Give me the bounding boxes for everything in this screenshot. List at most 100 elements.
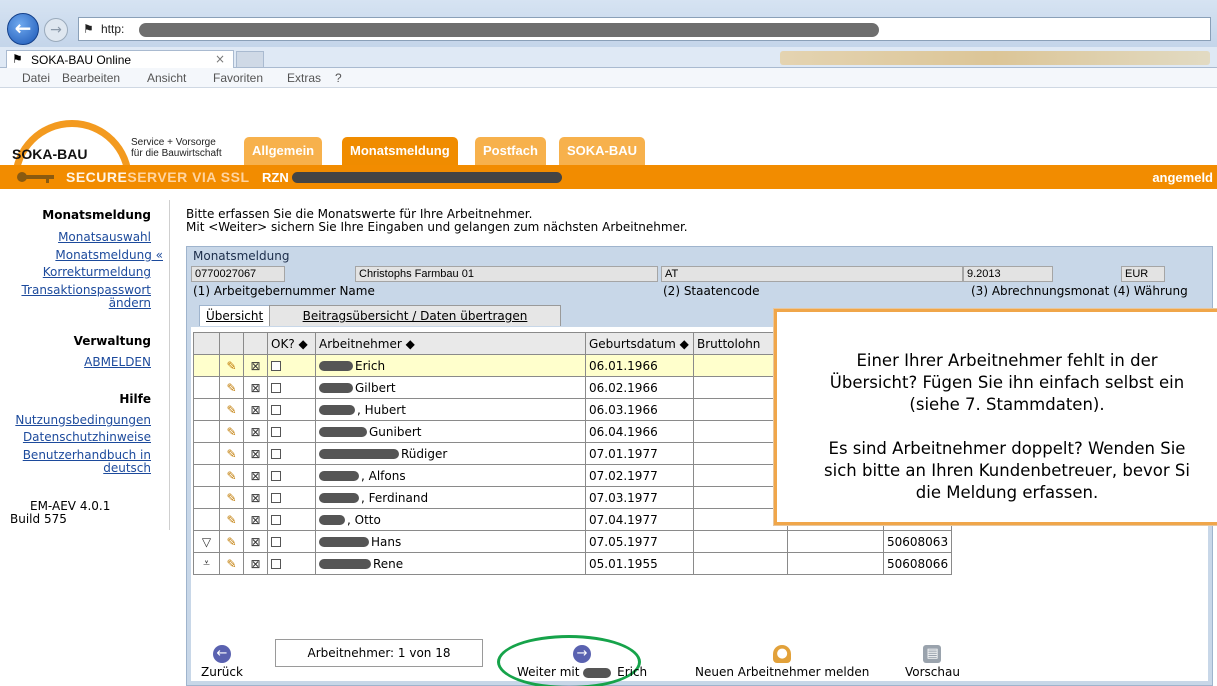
employee-name-cell[interactable]: , Ferdinand <box>315 486 586 509</box>
ok-checkbox[interactable] <box>271 471 281 481</box>
ok-checkbox[interactable] <box>271 515 281 525</box>
new-tab-button[interactable] <box>236 51 264 68</box>
employee-name-cell[interactable]: Hans <box>315 530 586 553</box>
menu-help[interactable]: ? <box>335 71 342 85</box>
ok-checkbox-cell[interactable] <box>267 376 316 399</box>
tab-uebersicht[interactable]: Übersicht <box>199 305 271 326</box>
ok-checkbox-cell[interactable] <box>267 486 316 509</box>
employee-name-cell[interactable]: Gunibert <box>315 420 586 443</box>
nav-tab-postfach[interactable]: Postfach <box>475 137 546 165</box>
ok-checkbox[interactable] <box>271 493 281 503</box>
employee-name-cell[interactable]: Rüdiger <box>315 442 586 465</box>
edit-icon[interactable]: ✎ <box>219 486 244 509</box>
browser-forward-button[interactable]: → <box>44 18 68 42</box>
sidebar-item-korrekturmeldung[interactable]: Korrekturmeldung <box>43 266 151 279</box>
add-employee-button[interactable]: ● Neuen Arbeitnehmer melden <box>695 645 869 679</box>
tab-beitragsuebersicht[interactable]: Beitragsübersicht / Daten übertragen <box>269 305 561 326</box>
edit-icon[interactable]: ✎ <box>219 398 244 421</box>
delete-icon[interactable]: ⊠ <box>243 376 268 399</box>
sidebar-item-nutzungsbedingungen[interactable]: Nutzungsbedingungen <box>15 414 151 427</box>
sidebar-item-abmelden[interactable]: ABMELDEN <box>84 356 151 369</box>
menu-ansicht[interactable]: Ansicht <box>147 71 186 85</box>
address-bar[interactable]: ⚑ http: <box>78 17 1211 41</box>
delete-icon[interactable]: ⊠ <box>243 442 268 465</box>
menu-datei[interactable]: Datei <box>22 71 50 85</box>
row-arrow-icon[interactable]: ⩡ <box>193 552 220 575</box>
row-arrow-icon[interactable] <box>193 354 220 377</box>
delete-icon[interactable]: ⊠ <box>243 530 268 553</box>
edit-icon[interactable]: ✎ <box>219 464 244 487</box>
ok-checkbox[interactable] <box>271 537 281 547</box>
delete-icon[interactable]: ⊠ <box>243 508 268 531</box>
delete-icon[interactable]: ⊠ <box>243 552 268 575</box>
edit-icon[interactable]: ✎ <box>219 508 244 531</box>
table-row[interactable]: ▽ ✎ ⊠ Hans 07.05.1977 50608063 <box>193 530 953 553</box>
ok-checkbox-cell[interactable] <box>267 420 316 443</box>
ok-checkbox-cell[interactable] <box>267 354 316 377</box>
employee-name-cell[interactable]: , Hubert <box>315 398 586 421</box>
nav-tab-monatsmeldung[interactable]: Monatsmeldung <box>342 137 458 165</box>
edit-icon[interactable]: ✎ <box>219 552 244 575</box>
sidebar-item-monatsauswahl[interactable]: Monatsauswahl <box>58 231 151 244</box>
employee-name-cell[interactable]: , Otto <box>315 508 586 531</box>
col-birthdate[interactable]: Geburtsdatum ◆ <box>585 332 694 355</box>
sidebar-item-monatsmeldung[interactable]: Monatsmeldung « <box>55 249 163 262</box>
ok-checkbox[interactable] <box>271 449 281 459</box>
employee-name-cell[interactable]: Rene <box>315 552 586 575</box>
edit-icon[interactable]: ✎ <box>219 420 244 443</box>
edit-icon[interactable]: ✎ <box>219 530 244 553</box>
ok-checkbox-cell[interactable] <box>267 530 316 553</box>
row-arrow-icon[interactable] <box>193 508 220 531</box>
edit-icon[interactable]: ✎ <box>219 376 244 399</box>
employee-name-cell[interactable]: , Alfons <box>315 464 586 487</box>
delete-icon[interactable]: ⊠ <box>243 464 268 487</box>
menu-bearbeiten[interactable]: Bearbeiten <box>62 71 120 85</box>
row-arrow-icon[interactable]: ▽ <box>193 530 220 553</box>
ok-checkbox[interactable] <box>271 405 281 415</box>
menu-extras[interactable]: Extras <box>287 71 321 85</box>
sidebar-item-benutzerhandbuch-2[interactable]: deutsch <box>103 462 151 475</box>
preview-button[interactable]: ▤ Vorschau <box>905 645 960 679</box>
tab-close-icon[interactable]: × <box>215 52 225 66</box>
employee-name-cell[interactable]: Gilbert <box>315 376 586 399</box>
delete-icon[interactable]: ⊠ <box>243 486 268 509</box>
col-ok[interactable]: OK? ◆ <box>267 332 316 355</box>
browser-tab[interactable]: ⚑ SOKA-BAU Online × <box>6 50 234 69</box>
row-arrow-icon[interactable] <box>193 420 220 443</box>
menu-favoriten[interactable]: Favoriten <box>213 71 263 85</box>
edit-icon[interactable]: ✎ <box>219 442 244 465</box>
browser-back-button[interactable]: ← <box>7 13 39 45</box>
back-button[interactable]: ← Zurück <box>201 645 243 679</box>
ok-checkbox-cell[interactable] <box>267 552 316 575</box>
ok-checkbox[interactable] <box>271 383 281 393</box>
col-employee[interactable]: Arbeitnehmer ◆ <box>315 332 586 355</box>
delete-icon[interactable]: ⊠ <box>243 398 268 421</box>
callout-line-6: die Meldung erfassen. <box>915 483 1099 502</box>
birthdate-cell: 05.01.1955 <box>585 552 694 575</box>
ok-checkbox[interactable] <box>271 427 281 437</box>
table-row[interactable]: ⩡ ✎ ⊠ Rene 05.01.1955 50608066 <box>193 552 953 575</box>
ok-checkbox-cell[interactable] <box>267 442 316 465</box>
employee-name-cell[interactable]: Erich <box>315 354 586 377</box>
nav-tab-allgemein[interactable]: Allgemein <box>244 137 323 165</box>
ok-checkbox-cell[interactable] <box>267 508 316 531</box>
ok-checkbox-cell[interactable] <box>267 398 316 421</box>
sidebar-item-datenschutzhinweise[interactable]: Datenschutzhinweise <box>23 431 151 444</box>
row-arrow-icon[interactable] <box>193 398 220 421</box>
row-arrow-icon[interactable] <box>193 376 220 399</box>
nav-tab-soka-bau[interactable]: SOKA-BAU <box>559 137 646 165</box>
row-arrow-icon[interactable] <box>193 464 220 487</box>
ok-checkbox[interactable] <box>271 361 281 371</box>
sidebar-item-transaktionspasswort-2[interactable]: ändern <box>109 297 151 310</box>
row-arrow-icon[interactable] <box>193 486 220 509</box>
delete-icon[interactable]: ⊠ <box>243 420 268 443</box>
delete-icon[interactable]: ⊠ <box>243 354 268 377</box>
callout-spacer <box>777 416 1217 438</box>
gross-wage-cell[interactable] <box>693 530 788 553</box>
ok-checkbox-cell[interactable] <box>267 464 316 487</box>
ok-checkbox[interactable] <box>271 559 281 569</box>
next-button[interactable]: → Weiter mit Erich <box>517 645 647 679</box>
gross-wage-cell[interactable] <box>693 552 788 575</box>
row-arrow-icon[interactable] <box>193 442 220 465</box>
edit-icon[interactable]: ✎ <box>219 354 244 377</box>
